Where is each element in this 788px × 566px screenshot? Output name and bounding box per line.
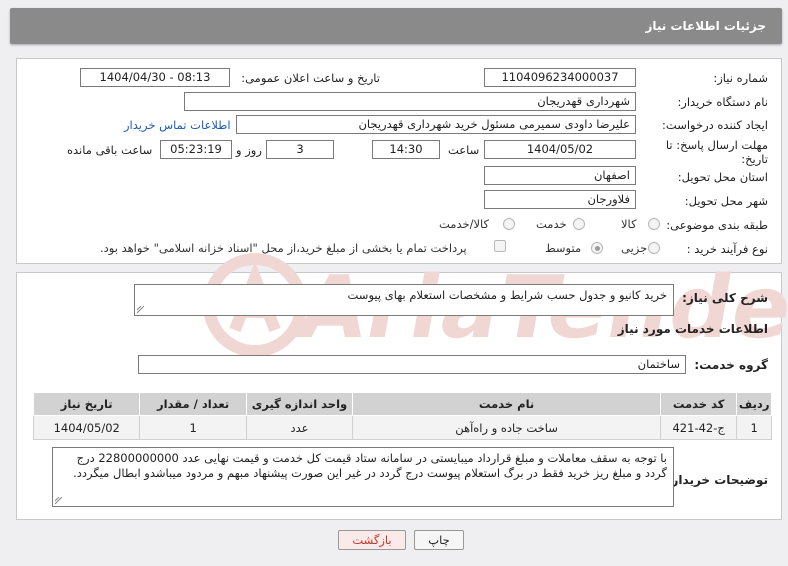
table-header-row: ردیف کد خدمت نام خدمت واحد اندازه گیری ت… [32, 392, 772, 416]
col-row-header: ردیف [736, 392, 772, 416]
cell-qty: 1 [139, 415, 247, 440]
deadline-label-line2: تاریخ: [741, 152, 768, 166]
category-goods-service-radio[interactable] [503, 218, 515, 230]
announce-datetime-field: 1404/04/30 - 08:13 [80, 68, 230, 87]
service-group-field: ساختمان [138, 355, 686, 374]
remaining-time-field: 05:23:19 [160, 140, 232, 159]
summary-textarea[interactable]: خرید کانیو و جدول حسب شرایط و مشخصات است… [134, 284, 674, 316]
province-field: اصفهان [484, 166, 636, 185]
print-button[interactable]: چاپ [414, 530, 464, 550]
col-name-header: نام خدمت [352, 392, 661, 416]
process-medium-radio[interactable] [591, 242, 603, 254]
buyer-notes-textarea[interactable]: با توجه به سقف معاملات و مبلغ قرارداد می… [52, 447, 674, 507]
buyer-notes-label: توضیحات خریدار: [666, 473, 768, 487]
need-info-panel [16, 58, 782, 264]
need-number-field: 1104096234000037 [484, 68, 636, 87]
cell-code: ج-42-421 [659, 415, 738, 440]
category-goods-label: کالا [621, 217, 637, 231]
col-code-header: کد خدمت [659, 392, 738, 416]
category-service-radio[interactable] [573, 218, 585, 230]
col-date-header: تاریخ نیاز [32, 392, 141, 416]
table-row: 1 ج-42-421 ساخت جاده و راه‌آهن عدد 1 140… [32, 415, 772, 440]
resize-handle-icon[interactable] [137, 306, 144, 313]
city-field: فلاورجان [484, 190, 636, 209]
cell-date: 1404/05/02 [32, 415, 141, 440]
resize-handle-icon[interactable] [55, 497, 62, 504]
col-qty-header: تعداد / مقدار [139, 392, 247, 416]
days-label: روز و [236, 143, 262, 157]
remaining-time-label: ساعت باقی مانده [67, 143, 153, 157]
buyer-contact-link[interactable]: اطلاعات تماس خریدار [124, 118, 231, 132]
requester-field: علیرضا داودی سمیرمی مسئول خرید شهرداری ق… [236, 115, 636, 134]
treasury-payment-note: پرداخت تمام یا بخشی از مبلغ خرید،از محل … [100, 241, 467, 255]
services-table: ردیف کد خدمت نام خدمت واحد اندازه گیری ت… [32, 392, 772, 440]
cell-unit: عدد [245, 415, 354, 440]
category-goods-service-label: کالا/خدمت [439, 217, 490, 231]
deadline-label-line1: مهلت ارسال پاسخ: تا [665, 138, 768, 152]
page-header: جزئیات اطلاعات نیاز [10, 8, 782, 44]
city-label: شهر محل تحویل: [684, 194, 768, 208]
deadline-date-field: 1404/05/02 [484, 140, 636, 159]
process-minor-radio[interactable] [648, 242, 660, 254]
purchase-process-label: نوع فرآیند خرید : [686, 242, 768, 256]
process-minor-label: جزیی [621, 241, 648, 255]
treasury-payment-checkbox[interactable] [494, 240, 506, 252]
remaining-days-field: 3 [266, 140, 334, 159]
back-button[interactable]: بازگشت [338, 530, 406, 550]
buyer-org-field: شهرداری قهدریجان [184, 92, 636, 111]
cell-row: 1 [736, 415, 772, 440]
process-medium-label: متوسط [545, 241, 582, 255]
deadline-time-field: 14:30 [372, 140, 440, 159]
province-label: استان محل تحویل: [677, 170, 768, 184]
need-number-label: شماره نیاز: [713, 71, 768, 85]
category-goods-radio[interactable] [648, 218, 660, 230]
buyer-org-label: نام دستگاه خریدار: [677, 95, 768, 109]
announce-datetime-label: تاریخ و ساعت اعلان عمومی: [241, 71, 380, 85]
summary-text: خرید کانیو و جدول حسب شرایط و مشخصات است… [347, 288, 667, 302]
requester-label: ایجاد کننده درخواست: [662, 118, 768, 132]
deadline-time-label: ساعت [448, 143, 480, 157]
services-section-title: اطلاعات خدمات مورد نیاز [617, 322, 768, 336]
buyer-notes-text: با توجه به سقف معاملات و مبلغ قرارداد می… [73, 451, 667, 480]
category-label: طبقه بندی موضوعی: [666, 218, 768, 232]
service-group-label: گروه خدمت: [694, 358, 768, 372]
page-title: جزئیات اطلاعات نیاز [645, 19, 766, 33]
category-service-label: خدمت [536, 217, 567, 231]
cell-name: ساخت جاده و راه‌آهن [352, 415, 661, 440]
col-unit-header: واحد اندازه گیری [245, 392, 354, 416]
summary-label: شرح کلی نیاز: [682, 291, 768, 305]
